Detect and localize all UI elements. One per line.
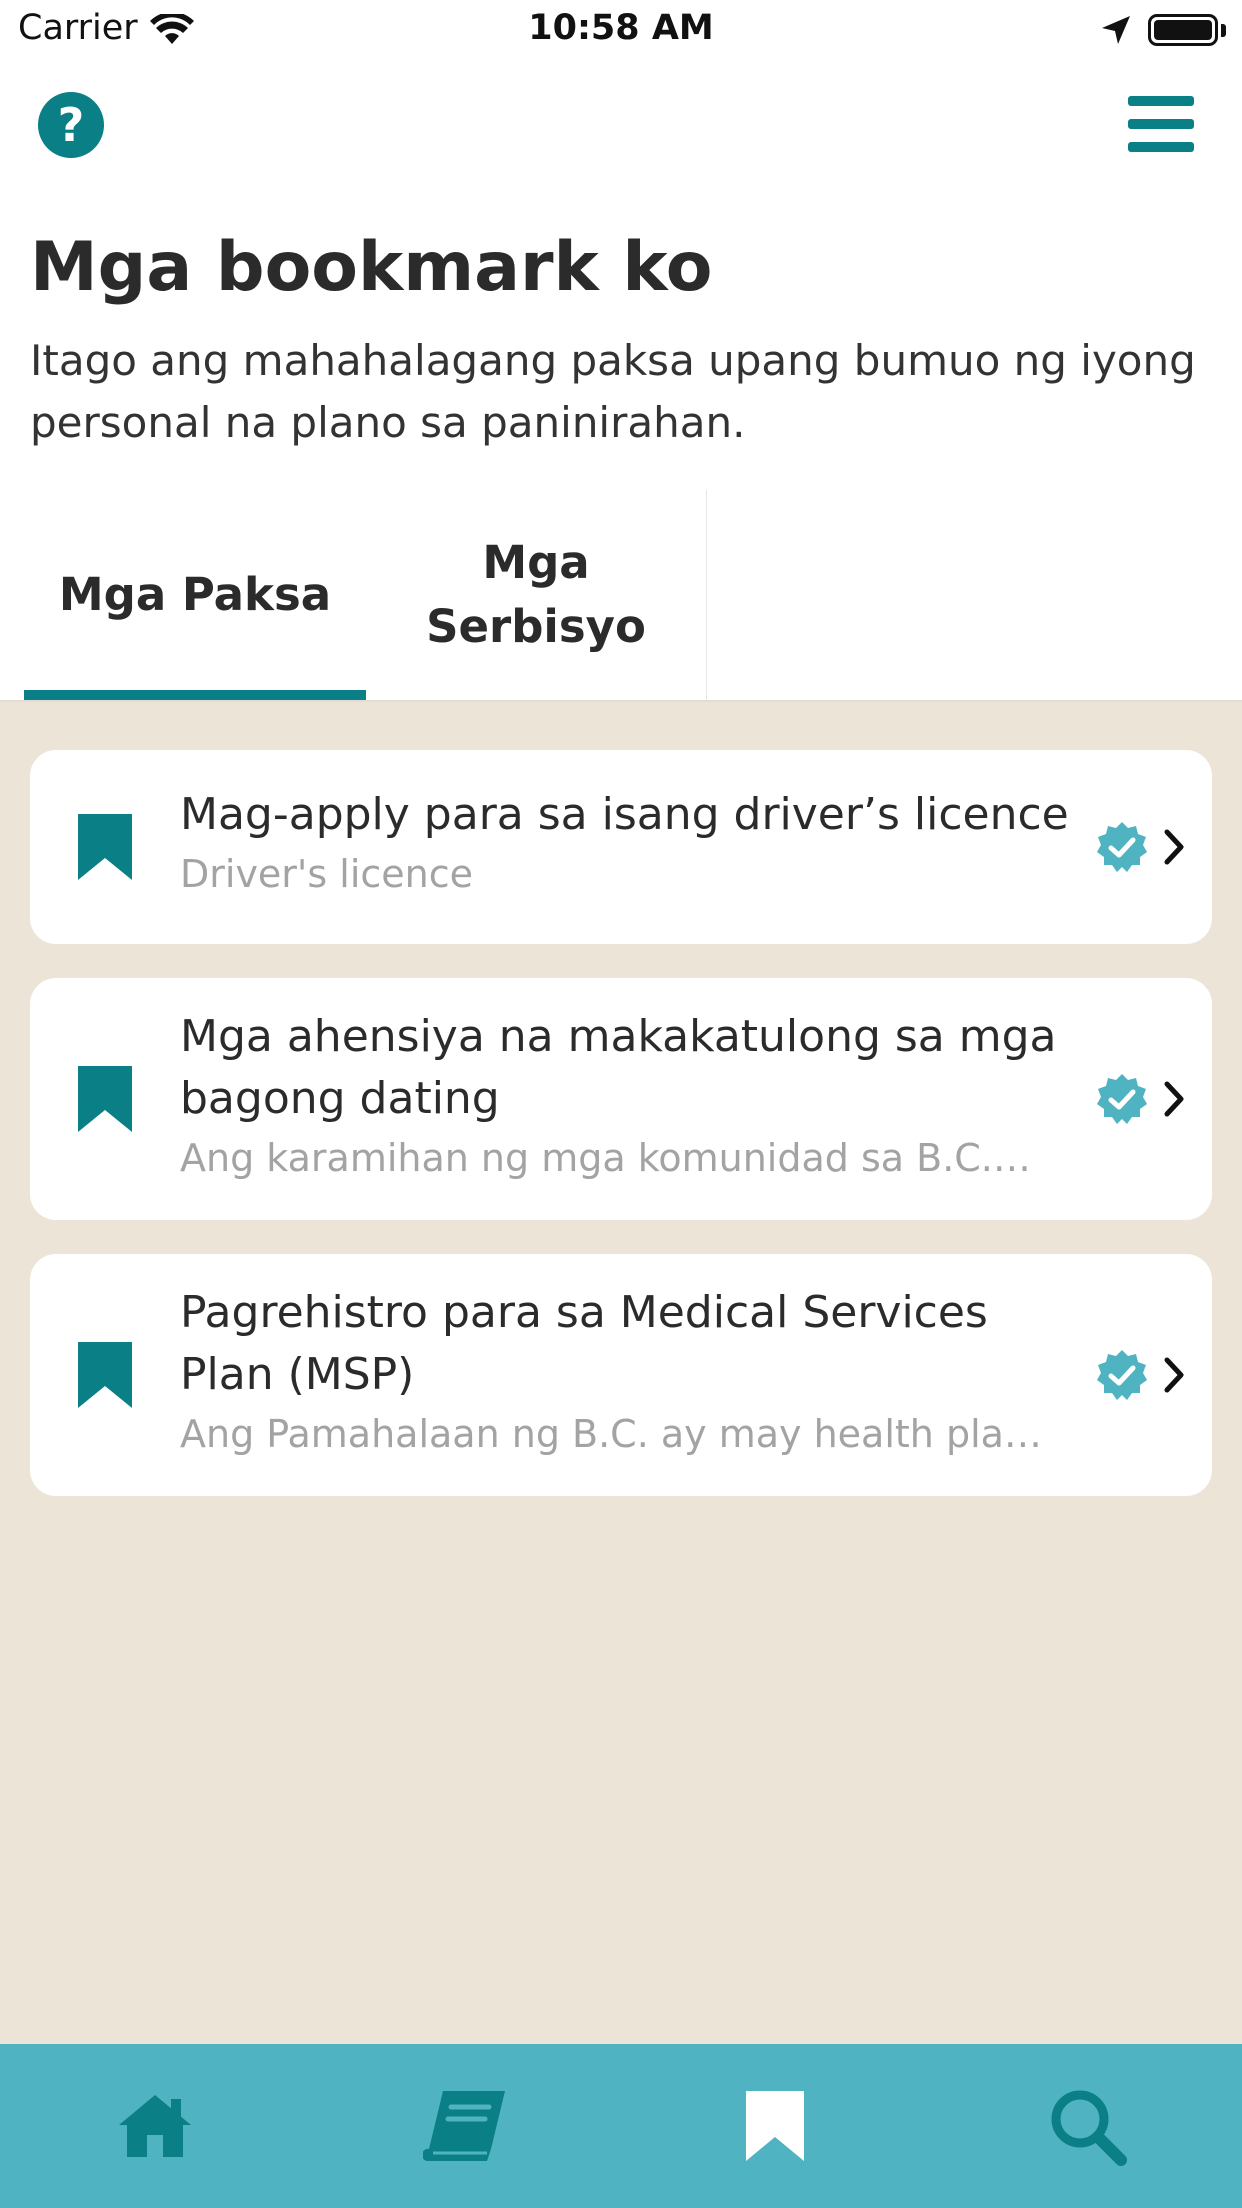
menu-bar-icon: [1128, 119, 1194, 129]
page-title: Mga bookmark ko: [30, 228, 713, 307]
bookmark-title: Mag-apply para sa isang driver’s licence: [180, 789, 1069, 840]
verified-badge-icon: [1097, 1074, 1147, 1124]
menu-button[interactable]: [1128, 96, 1194, 152]
bookmark-icon: [746, 2091, 804, 2161]
verified-badge-icon: [1097, 822, 1147, 872]
page-subtitle: Itago ang mahahalagang paksa upang bumuo…: [30, 336, 1196, 447]
chevron-right-icon: [1164, 1081, 1184, 1117]
nav-learn[interactable]: [310, 2044, 620, 2208]
search-icon: [1051, 2090, 1127, 2166]
battery-nub: [1221, 24, 1226, 37]
bookmark-card[interactable]: Mag-apply para sa isang driver’s licence…: [30, 750, 1212, 944]
menu-bar-icon: [1128, 96, 1194, 106]
bottom-nav: [0, 2044, 1242, 2208]
bookmark-subtitle: Driver's licence: [180, 852, 473, 896]
nav-bookmarks[interactable]: [620, 2044, 930, 2208]
chevron-right-icon: [1164, 829, 1184, 865]
bookmark-card[interactable]: Pagrehistro para sa Medical Services Pla…: [30, 1254, 1212, 1496]
battery-icon: [1148, 14, 1218, 46]
verified-badge-icon: [1097, 1350, 1147, 1400]
clock: 10:58 AM: [528, 8, 714, 48]
book-icon: [423, 2091, 505, 2161]
bookmark-card[interactable]: Mga ahensiya na makakatulong sa mga bago…: [30, 978, 1212, 1220]
bookmark-title: Pagrehistro para sa Medical Services Pla…: [180, 1287, 988, 1400]
tab-mga-serbisyo[interactable]: Mga Serbisyo: [366, 490, 706, 700]
bookmark-subtitle: Ang Pamahalaan ng B.C. ay may health pla…: [180, 1412, 1042, 1456]
tab-label: Mga Serbisyo: [426, 536, 646, 653]
bookmark-icon[interactable]: [78, 1066, 132, 1132]
location-arrow-icon: [1102, 16, 1130, 44]
bookmark-list: Mag-apply para sa isang driver’s licence…: [0, 702, 1242, 2044]
home-icon: [119, 2095, 191, 2157]
bookmark-icon[interactable]: [78, 814, 132, 880]
chevron-right-icon: [1164, 1357, 1184, 1393]
nav-home[interactable]: [0, 2044, 310, 2208]
status-bar: Carrier 10:58 AM: [0, 0, 1242, 62]
help-icon[interactable]: ?: [38, 92, 104, 158]
tab-bar: Mga Paksa Mga Serbisyo: [24, 490, 707, 700]
menu-bar-icon: [1128, 142, 1194, 152]
bookmark-subtitle: Ang karamihan ng mga komunidad sa B.C.…: [180, 1136, 1031, 1180]
tab-label: Mga Paksa: [58, 568, 332, 621]
tab-mga-paksa[interactable]: Mga Paksa: [24, 490, 366, 700]
tab-selected-indicator: [24, 690, 366, 700]
bookmark-icon[interactable]: [78, 1342, 132, 1408]
nav-search[interactable]: [932, 2044, 1242, 2208]
bookmark-title: Mga ahensiya na makakatulong sa mga bago…: [180, 1011, 1057, 1124]
